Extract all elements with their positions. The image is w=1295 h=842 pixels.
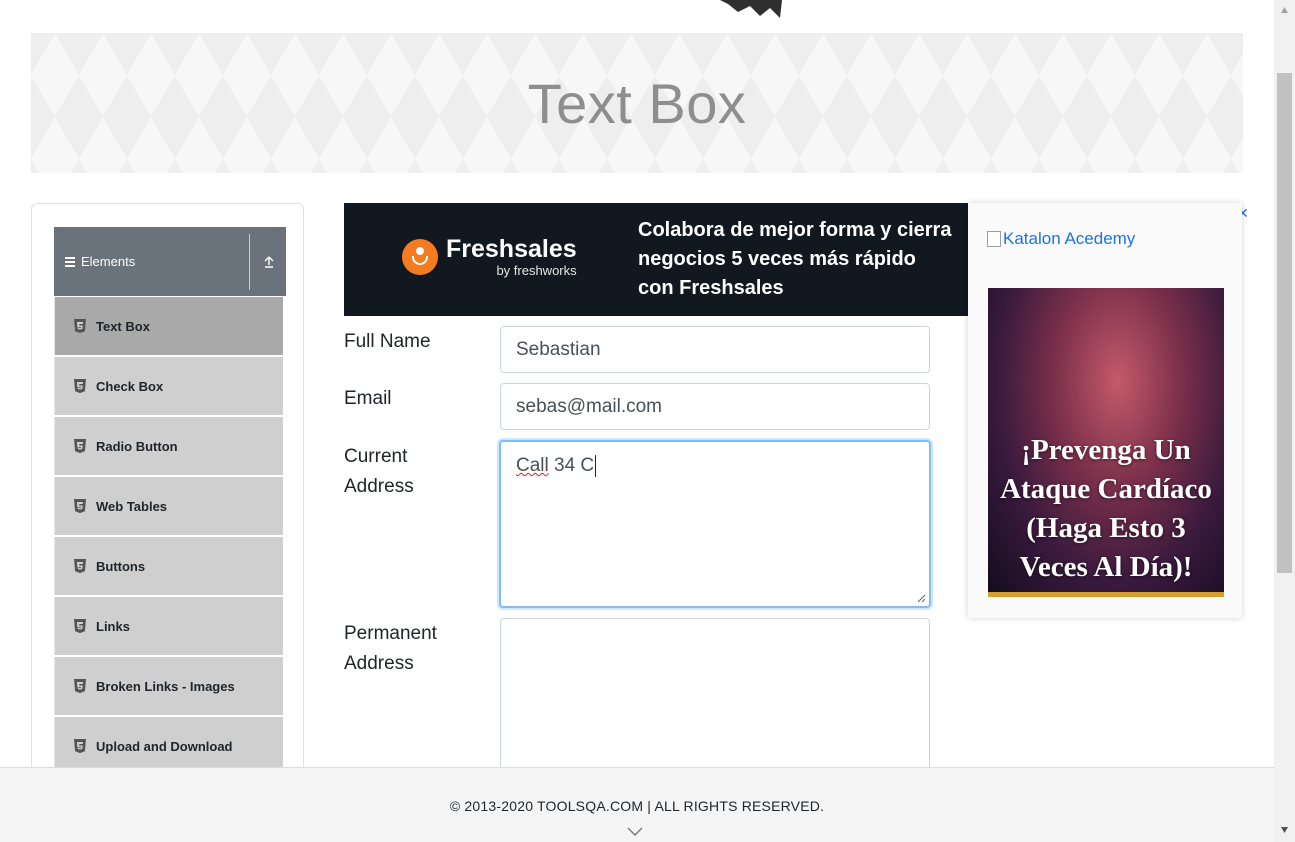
group-header-elements[interactable]: Elements	[54, 227, 286, 296]
freshsales-ad[interactable]: Freshsales by freshworks Colabora de mej…	[344, 203, 968, 316]
freshsales-logo: Freshsales by freshworks	[402, 236, 577, 278]
page-title: Text Box	[527, 71, 747, 135]
scroll-up-arrow-icon[interactable]	[1280, 6, 1289, 14]
ad-brand-sub: by freshworks	[496, 263, 577, 278]
menu-list: Text Box Check Box Radio Button Web Tabl…	[54, 297, 283, 777]
scrollbar-thumb[interactable]	[1277, 73, 1292, 573]
html5-icon	[74, 559, 86, 573]
permanent-address-textarea[interactable]	[500, 618, 930, 778]
katalon-ad-link[interactable]: Katalon Acedemy	[987, 229, 1135, 249]
sidebar-item-check-box[interactable]: Check Box	[54, 357, 283, 415]
scroll-down-arrow-icon[interactable]	[1280, 826, 1289, 834]
sidebar-item-radio-button[interactable]: Radio Button	[54, 417, 283, 475]
current-address-misspelled-word: Call	[516, 455, 549, 476]
ad-line: Colabora de mejor forma y cierra	[638, 219, 952, 241]
freshsales-badge-icon	[402, 239, 438, 275]
full-name-value: Sebastian	[516, 339, 601, 360]
side-ad: Katalon Acedemy ¡Prevenga Un Ataque Card…	[968, 203, 1242, 618]
email-value: sebas@mail.com	[516, 396, 662, 417]
html5-icon	[74, 739, 86, 753]
permanent-address-label: Permanent Address	[344, 619, 437, 679]
ad-copy: Colabora de mejor forma y cierra negocio…	[638, 216, 968, 303]
site-logo[interactable]	[720, 0, 782, 20]
ad-brand: Freshsales	[446, 235, 577, 263]
page-banner: Text Box	[31, 33, 1243, 173]
footer-copyright: © 2013-2020 TOOLSQA.COM | ALL RIGHTS RES…	[449, 798, 825, 814]
html5-icon	[74, 619, 86, 633]
footer: © 2013-2020 TOOLSQA.COM | ALL RIGHTS RES…	[0, 767, 1274, 842]
arrow-up-icon[interactable]	[258, 256, 280, 268]
html5-icon	[74, 439, 86, 453]
html5-icon	[74, 379, 86, 393]
html5-icon	[74, 319, 86, 333]
sidebar-item-text-box[interactable]: Text Box	[54, 297, 283, 355]
group-header-label: Elements	[81, 254, 136, 269]
sidebar-item-label: Web Tables	[96, 498, 168, 514]
page-scrollbar[interactable]	[1274, 0, 1295, 842]
sidebar-item-label: Buttons	[96, 558, 146, 574]
email-label: Email	[344, 388, 392, 409]
left-nav-panel: Elements Text Box Check Box Radio Button…	[31, 203, 304, 803]
sidebar-item-broken-links-images[interactable]: Broken Links - Images	[54, 657, 283, 715]
heart-health-ad[interactable]: ¡Prevenga Un Ataque Cardíaco (Haga Esto …	[988, 288, 1224, 597]
ad-line: negocios 5 veces más rápido	[638, 248, 916, 270]
current-address-label-line: Current	[344, 446, 408, 467]
resize-grip-icon[interactable]	[916, 593, 926, 603]
sidebar-item-links[interactable]: Links	[54, 597, 283, 655]
sidebar-item-label: Upload and Download	[96, 738, 233, 754]
sidebar-item-label: Radio Button	[96, 438, 178, 454]
text-caret	[595, 454, 597, 477]
ad-line: con Freshsales	[638, 277, 784, 299]
full-name-label: Full Name	[344, 331, 431, 352]
current-address-label-line: Address	[344, 476, 414, 497]
full-name-input[interactable]: Sebastian	[500, 326, 930, 373]
sidebar-item-web-tables[interactable]: Web Tables	[54, 477, 283, 535]
permanent-address-label-line: Permanent	[344, 623, 437, 644]
katalon-ad-alt-text: Katalon Acedemy	[1003, 229, 1136, 248]
ad-accent-bar	[988, 592, 1224, 597]
sidebar-item-buttons[interactable]: Buttons	[54, 537, 283, 595]
hamburger-icon	[65, 256, 75, 267]
sidebar-item-label: Check Box	[96, 378, 164, 394]
current-address-textarea[interactable]: Call 34 C	[499, 440, 931, 608]
sidebar-item-label: Text Box	[96, 318, 150, 334]
email-input[interactable]: sebas@mail.com	[500, 383, 930, 430]
current-address-value: 34 C	[548, 455, 595, 476]
sidebar-item-label: Links	[96, 618, 130, 634]
current-address-label: Current Address	[344, 442, 414, 502]
html5-icon	[74, 499, 86, 513]
broken-image-icon	[987, 231, 1001, 247]
html5-icon	[74, 679, 86, 693]
sidebar-item-label: Broken Links - Images	[96, 678, 235, 694]
heart-ad-headline: ¡Prevenga Un Ataque Cardíaco (Haga Esto …	[1000, 434, 1212, 583]
chevron-down-icon[interactable]	[627, 827, 643, 837]
divider	[249, 233, 250, 290]
permanent-address-label-line: Address	[344, 653, 414, 674]
